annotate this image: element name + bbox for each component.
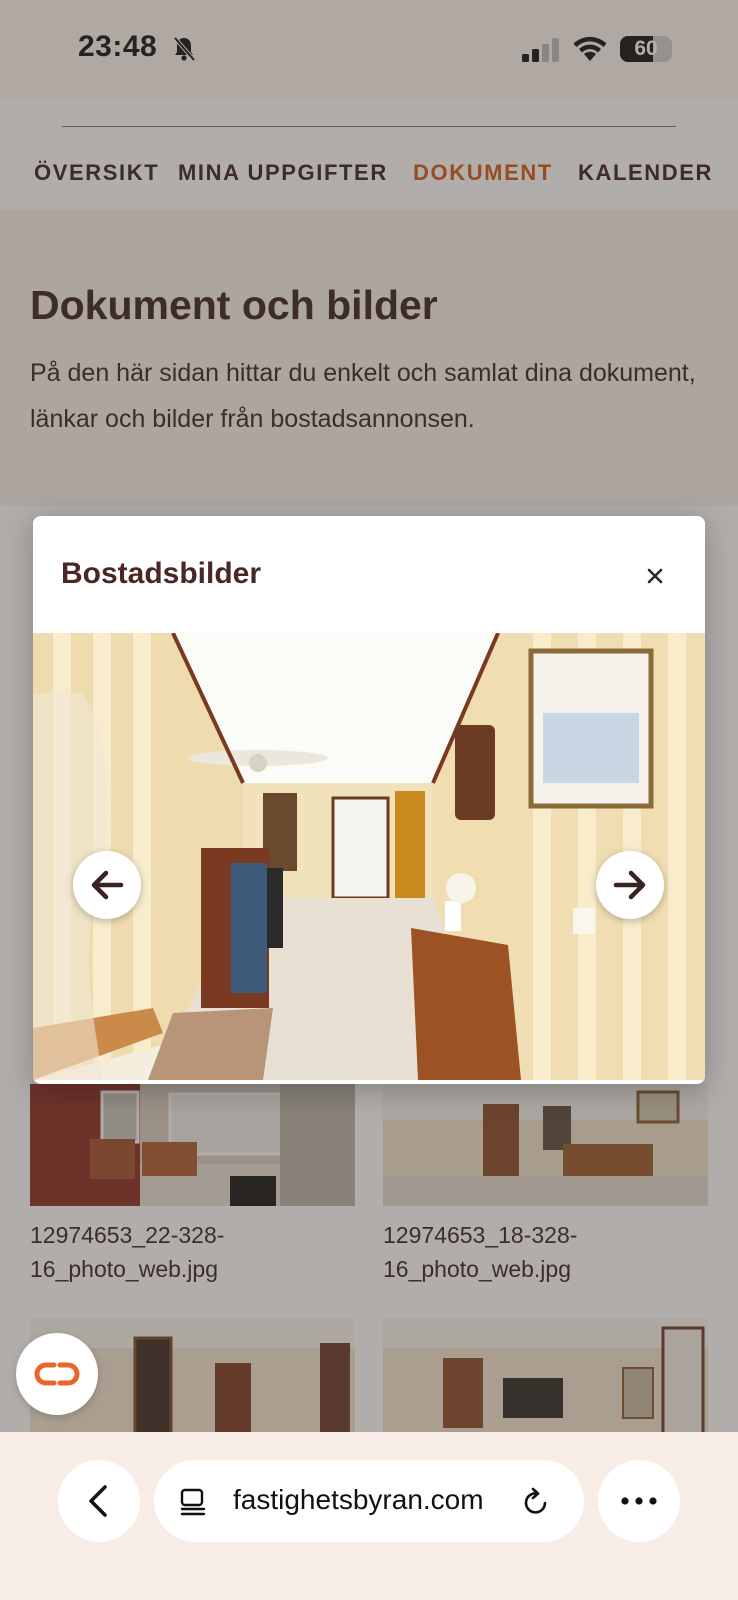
- modal-title: Bostadsbilder: [61, 557, 262, 590]
- address-bar[interactable]: fastighetsbyran.com: [154, 1460, 584, 1542]
- reload-icon[interactable]: [520, 1486, 552, 1518]
- chat-button[interactable]: [16, 1333, 98, 1415]
- tab-icon: [180, 1488, 206, 1516]
- arrow-left-icon: [91, 870, 124, 900]
- modal-photo: [33, 633, 705, 1080]
- previous-image-button[interactable]: [73, 851, 141, 919]
- next-image-button[interactable]: [596, 851, 664, 919]
- chat-icon: [34, 1362, 80, 1386]
- more-options-button[interactable]: [598, 1460, 680, 1542]
- browser-toolbar: fastighetsbyran.com: [0, 1432, 738, 1600]
- arrow-right-icon: [613, 870, 646, 900]
- image-modal: Bostadsbilder: [33, 516, 705, 1084]
- url-text: fastighetsbyran.com: [233, 1484, 484, 1515]
- browser-back-button[interactable]: [58, 1460, 140, 1542]
- close-icon: [647, 568, 663, 584]
- close-button[interactable]: [637, 558, 673, 594]
- modal-header: Bostadsbilder: [33, 516, 705, 633]
- more-icon: [621, 1497, 657, 1505]
- chevron-left-icon: [89, 1485, 107, 1517]
